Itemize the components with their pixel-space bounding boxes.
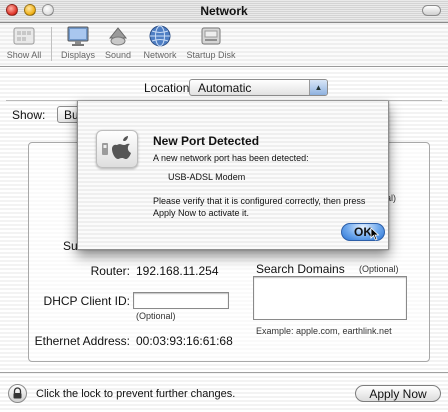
toolbar-label: Show All bbox=[6, 50, 42, 60]
popup-arrows-icon: ▲ bbox=[309, 80, 327, 95]
location-label: Location: bbox=[144, 81, 193, 95]
lock-icon bbox=[13, 387, 22, 399]
subnet-label-partial: Su bbox=[63, 239, 78, 253]
dhcp-client-id-field[interactable] bbox=[133, 292, 229, 309]
window-title: Network bbox=[200, 4, 248, 18]
dhcp-optional-hint: (Optional) bbox=[136, 311, 176, 321]
search-domains-label: Search Domains bbox=[256, 262, 345, 276]
toolbar-label: Network bbox=[143, 50, 177, 60]
toolbar-item-network[interactable]: Network bbox=[138, 24, 182, 60]
network-icon bbox=[148, 24, 172, 48]
toolbar-item-sound[interactable]: Sound bbox=[102, 24, 134, 60]
ethernet-address-label: Ethernet Address: bbox=[34, 334, 130, 348]
dialog-port-name: USB-ADSL Modem bbox=[168, 172, 246, 182]
footer-divider bbox=[0, 372, 448, 373]
location-popup[interactable]: Automatic ▲ bbox=[189, 79, 328, 96]
displays-icon bbox=[66, 24, 90, 48]
dialog-instructions: Please verify that it is configured corr… bbox=[153, 196, 366, 218]
dialog-message: A new network port has been detected: bbox=[153, 153, 309, 163]
search-domains-field[interactable] bbox=[253, 276, 407, 320]
toolbar-label: Sound bbox=[104, 50, 132, 60]
lock-button[interactable] bbox=[8, 384, 27, 403]
apply-now-button[interactable]: Apply Now bbox=[355, 385, 441, 402]
search-domains-hint: (Optional) bbox=[359, 264, 399, 274]
router-value: 192.168.11.254 bbox=[136, 264, 219, 278]
new-port-sheet: New Port Detected A new network port has… bbox=[77, 101, 389, 250]
toolbar-separator bbox=[51, 27, 52, 61]
toolbar-toggle-button[interactable] bbox=[422, 5, 441, 16]
title-bar: Network bbox=[0, 0, 448, 23]
toolbar-item-startup-disk[interactable]: Startup Disk bbox=[186, 24, 236, 60]
dialog-title: New Port Detected bbox=[153, 134, 260, 148]
dhcp-client-id-label: DHCP Client ID: bbox=[43, 294, 130, 308]
search-domains-example: Example: apple.com, earthlink.net bbox=[256, 326, 392, 336]
cursor-arrow-icon bbox=[370, 227, 380, 244]
ethernet-address-value: 00:03:93:16:61:68 bbox=[136, 334, 233, 348]
toolbar-label: Displays bbox=[60, 50, 95, 60]
toolbar-label: Startup Disk bbox=[186, 50, 236, 60]
toolbar-item-displays[interactable]: Displays bbox=[58, 24, 98, 60]
show-label: Show: bbox=[12, 108, 46, 122]
show-all-icon bbox=[12, 24, 36, 48]
router-label: Router: bbox=[90, 264, 130, 278]
lock-text: Click the lock to prevent further change… bbox=[36, 388, 236, 400]
toolbar-item-show-all[interactable]: Show All bbox=[4, 24, 44, 60]
network-port-icon bbox=[96, 130, 138, 168]
startup-disk-icon bbox=[199, 24, 223, 48]
sound-icon bbox=[106, 24, 130, 48]
location-value: Automatic bbox=[198, 81, 252, 95]
toolbar: Show All Displays Sound Network Startup … bbox=[0, 23, 448, 67]
